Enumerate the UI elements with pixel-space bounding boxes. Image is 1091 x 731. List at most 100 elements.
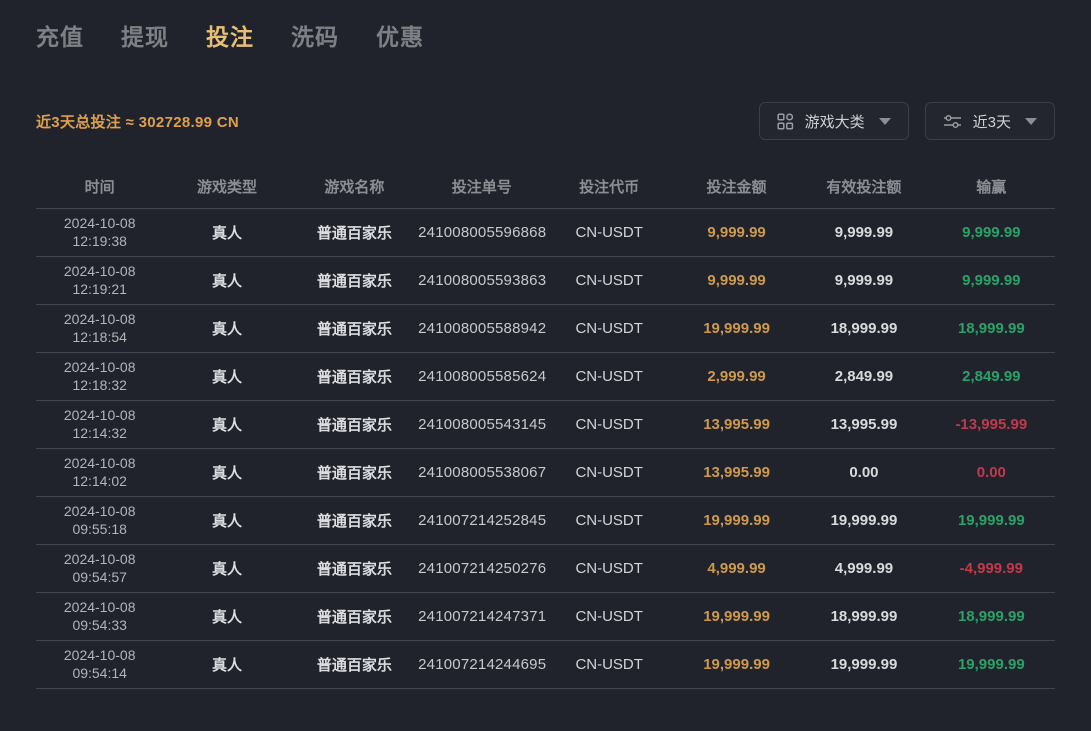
cell-valid: 13,995.99 xyxy=(800,400,927,448)
cell-win: 0.00 xyxy=(928,448,1055,496)
bet-time: 09:54:14 xyxy=(36,664,163,682)
filter-group: 游戏大类 近3天 xyxy=(759,102,1055,140)
game-category-dropdown[interactable]: 游戏大类 xyxy=(759,102,909,140)
bet-date: 2024-10-08 xyxy=(36,646,163,664)
cell-type: 真人 xyxy=(163,640,290,688)
chevron-down-icon xyxy=(879,118,891,125)
tab-bets[interactable]: 投注 xyxy=(206,18,254,52)
cell-bet: 9,999.99 xyxy=(673,256,800,304)
cell-order: 241007214247371 xyxy=(418,592,545,640)
cell-type: 真人 xyxy=(163,256,290,304)
cell-order: 241008005538067 xyxy=(418,448,545,496)
cell-valid: 19,999.99 xyxy=(800,496,927,544)
cell-order: 241008005588942 xyxy=(418,304,545,352)
bet-time: 12:19:21 xyxy=(36,280,163,298)
cell-order: 241007214252845 xyxy=(418,496,545,544)
column-header: 输赢 xyxy=(928,166,1055,208)
cell-win: 9,999.99 xyxy=(928,256,1055,304)
summary-approx: ≈ xyxy=(126,114,135,131)
table-row: 2024-10-0809:54:33真人普通百家乐241007214247371… xyxy=(36,592,1055,640)
cell-bet: 19,999.99 xyxy=(673,640,800,688)
tab-promotions[interactable]: 优惠 xyxy=(376,18,424,52)
date-range-label: 近3天 xyxy=(973,111,1011,132)
grid-category-icon xyxy=(777,113,794,130)
table-row: 2024-10-0812:18:54真人普通百家乐241008005588942… xyxy=(36,304,1055,352)
cell-bet: 9,999.99 xyxy=(673,208,800,256)
cell-name: 普通百家乐 xyxy=(291,496,418,544)
bet-date: 2024-10-08 xyxy=(36,598,163,616)
bet-date: 2024-10-08 xyxy=(36,310,163,328)
tab-rebate[interactable]: 洗码 xyxy=(291,18,339,52)
bet-date: 2024-10-08 xyxy=(36,502,163,520)
table-row: 2024-10-0812:18:32真人普通百家乐241008005585624… xyxy=(36,352,1055,400)
cell-name: 普通百家乐 xyxy=(291,352,418,400)
cell-token: CN-USDT xyxy=(546,592,673,640)
column-header: 游戏类型 xyxy=(163,166,290,208)
column-header: 投注单号 xyxy=(418,166,545,208)
tab-withdraw[interactable]: 提现 xyxy=(121,18,169,52)
cell-token: CN-USDT xyxy=(546,256,673,304)
bet-date: 2024-10-08 xyxy=(36,454,163,472)
cell-time: 2024-10-0809:54:57 xyxy=(36,544,163,592)
cell-win: 18,999.99 xyxy=(928,304,1055,352)
cell-type: 真人 xyxy=(163,304,290,352)
chevron-down-icon xyxy=(1025,118,1037,125)
bet-time: 12:18:32 xyxy=(36,376,163,394)
cell-valid: 2,849.99 xyxy=(800,352,927,400)
cell-type: 真人 xyxy=(163,208,290,256)
cell-bet: 13,995.99 xyxy=(673,448,800,496)
bet-date: 2024-10-08 xyxy=(36,406,163,424)
cell-win: -4,999.99 xyxy=(928,544,1055,592)
cell-time: 2024-10-0812:14:02 xyxy=(36,448,163,496)
cell-order: 241007214250276 xyxy=(418,544,545,592)
cell-valid: 0.00 xyxy=(800,448,927,496)
cell-valid: 4,999.99 xyxy=(800,544,927,592)
column-header: 有效投注额 xyxy=(800,166,927,208)
cell-valid: 18,999.99 xyxy=(800,304,927,352)
cell-time: 2024-10-0812:14:32 xyxy=(36,400,163,448)
cell-win: 19,999.99 xyxy=(928,640,1055,688)
cell-name: 普通百家乐 xyxy=(291,400,418,448)
cell-name: 普通百家乐 xyxy=(291,640,418,688)
table-header-row: 时间游戏类型游戏名称投注单号投注代币投注金额有效投注额输赢 xyxy=(36,166,1055,208)
cell-valid: 9,999.99 xyxy=(800,256,927,304)
bet-time: 12:14:02 xyxy=(36,472,163,490)
cell-time: 2024-10-0812:18:54 xyxy=(36,304,163,352)
cell-order: 241008005596868 xyxy=(418,208,545,256)
cell-time: 2024-10-0809:55:18 xyxy=(36,496,163,544)
cell-token: CN-USDT xyxy=(546,352,673,400)
cell-token: CN-USDT xyxy=(546,208,673,256)
cell-token: CN-USDT xyxy=(546,304,673,352)
cell-type: 真人 xyxy=(163,448,290,496)
cell-order: 241008005593863 xyxy=(418,256,545,304)
cell-order: 241007214244695 xyxy=(418,640,545,688)
bet-date: 2024-10-08 xyxy=(36,214,163,232)
page: 充值 提现 投注 洗码 优惠 近3天总投注 ≈ 302728.99 CN xyxy=(0,0,1091,689)
sliders-icon xyxy=(943,114,962,129)
cell-token: CN-USDT xyxy=(546,496,673,544)
cell-name: 普通百家乐 xyxy=(291,592,418,640)
bet-time: 12:19:38 xyxy=(36,232,163,250)
cell-bet: 4,999.99 xyxy=(673,544,800,592)
tab-deposit[interactable]: 充值 xyxy=(36,18,84,52)
cell-type: 真人 xyxy=(163,592,290,640)
top-nav: 充值 提现 投注 洗码 优惠 xyxy=(36,14,1055,52)
bet-date: 2024-10-08 xyxy=(36,358,163,376)
cell-bet: 13,995.99 xyxy=(673,400,800,448)
cell-type: 真人 xyxy=(163,352,290,400)
cell-time: 2024-10-0809:54:33 xyxy=(36,592,163,640)
date-range-dropdown[interactable]: 近3天 xyxy=(925,102,1055,140)
summary-row: 近3天总投注 ≈ 302728.99 CN 游戏大类 xyxy=(36,102,1055,140)
cell-order: 241008005585624 xyxy=(418,352,545,400)
cell-valid: 9,999.99 xyxy=(800,208,927,256)
column-header: 时间 xyxy=(36,166,163,208)
cell-type: 真人 xyxy=(163,400,290,448)
table-row: 2024-10-0809:55:18真人普通百家乐241007214252845… xyxy=(36,496,1055,544)
cell-token: CN-USDT xyxy=(546,400,673,448)
cell-time: 2024-10-0809:54:14 xyxy=(36,640,163,688)
cell-token: CN-USDT xyxy=(546,544,673,592)
table-row: 2024-10-0812:19:21真人普通百家乐241008005593863… xyxy=(36,256,1055,304)
table-row: 2024-10-0809:54:14真人普通百家乐241007214244695… xyxy=(36,640,1055,688)
cell-win: 9,999.99 xyxy=(928,208,1055,256)
cell-time: 2024-10-0812:18:32 xyxy=(36,352,163,400)
